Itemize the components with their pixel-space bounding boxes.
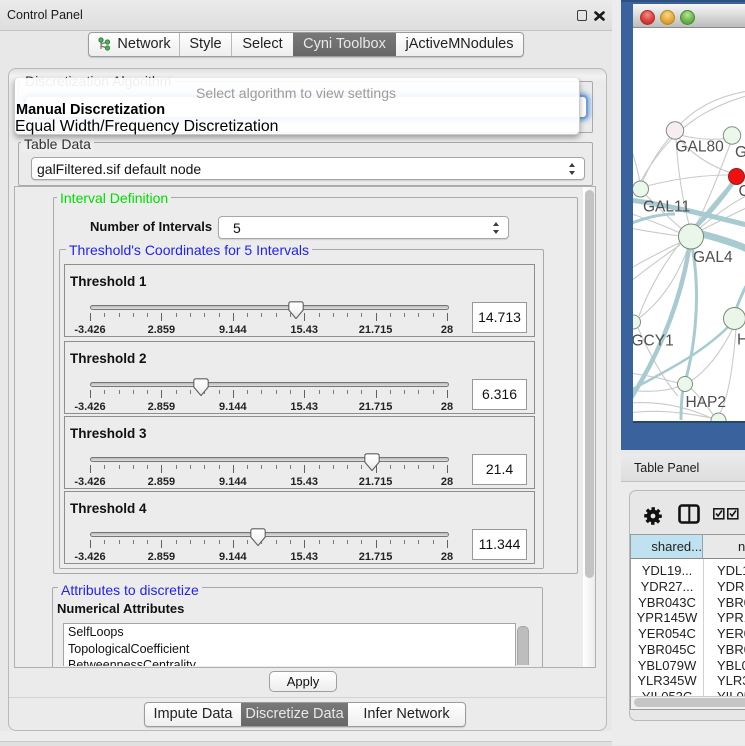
- svg-text:GAL11: GAL11: [643, 199, 690, 216]
- svg-text:CY: CY: [739, 183, 745, 200]
- svg-text:GA: GA: [735, 144, 745, 161]
- svg-text:GCY1: GCY1: [633, 333, 674, 350]
- svg-text:GAL80: GAL80: [676, 139, 725, 156]
- svg-text:HAP2: HAP2: [686, 394, 727, 411]
- svg-text:HI: HI: [737, 332, 745, 349]
- svg-text:GAL4: GAL4: [693, 249, 733, 266]
